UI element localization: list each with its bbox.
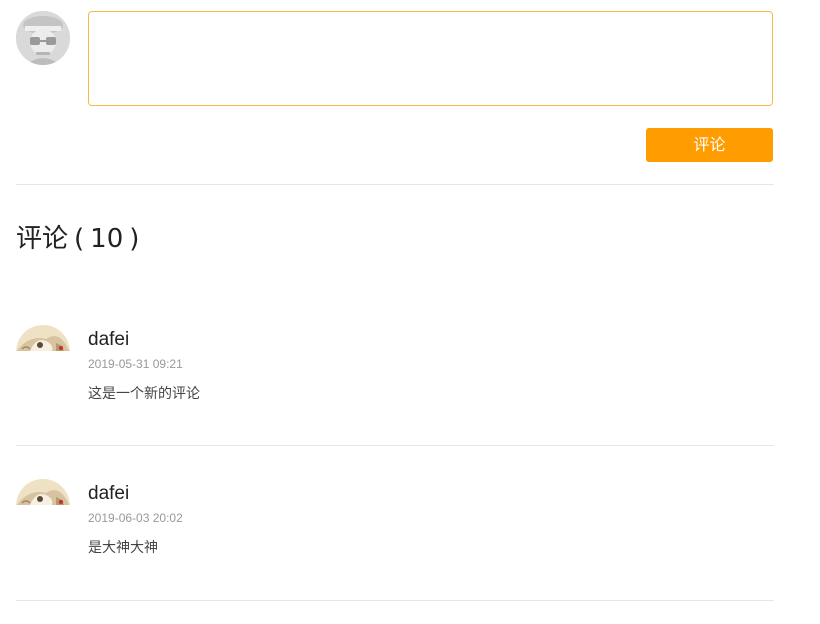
comment-text: 是大神大神 [88, 540, 158, 556]
divider [16, 600, 774, 601]
comment-timestamp: 2019-05-31 09:21 [88, 357, 183, 371]
divider [16, 445, 774, 446]
comment-count: 10 [90, 224, 124, 254]
comments-heading-label: 评论 [16, 224, 69, 254]
default-avatar-icon [16, 11, 70, 65]
comment-page: 评论 评论(10) dafei 2019-05-31 09:21 这是一个新的评… [0, 0, 820, 624]
comment-text: 这是一个新的评论 [88, 386, 200, 402]
user-avatar-icon [16, 479, 70, 505]
comments-heading: 评论(10) [16, 222, 145, 256]
heading-open-paren: ( [74, 224, 85, 254]
comment-input[interactable] [88, 11, 773, 106]
user-avatar-icon [16, 325, 70, 351]
comment-author[interactable]: dafei [88, 328, 129, 352]
comment-author[interactable]: dafei [88, 482, 129, 506]
comment-timestamp: 2019-06-03 20:02 [88, 511, 183, 525]
submit-comment-button[interactable]: 评论 [646, 128, 773, 162]
divider [16, 184, 774, 185]
heading-close-paren: ) [129, 224, 140, 254]
